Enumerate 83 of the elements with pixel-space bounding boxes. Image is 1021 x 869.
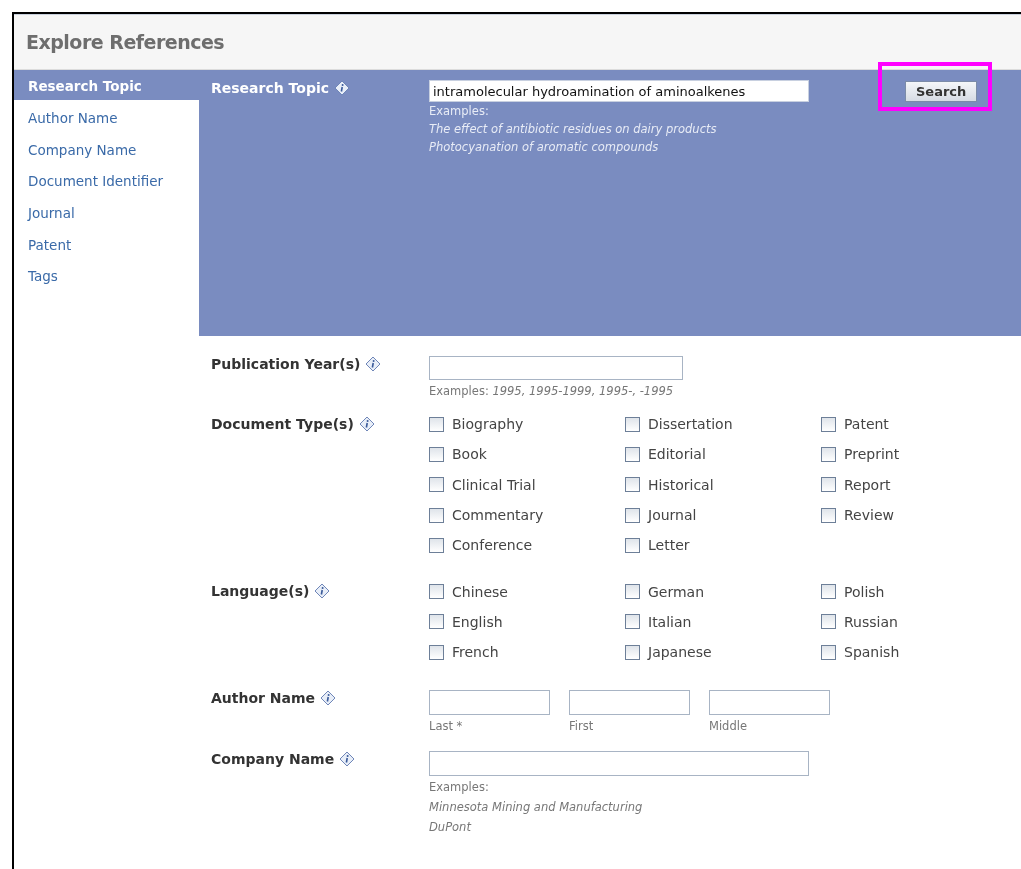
checkbox[interactable] (821, 446, 836, 462)
example-text: Photocyanation of aromatic compounds (429, 139, 660, 156)
checkbox-label: Dissertation (648, 416, 733, 433)
field-caption: Last * (429, 718, 464, 736)
author-name-field[interactable] (569, 690, 690, 716)
field-label: Research Topic (211, 80, 330, 96)
info-icon[interactable] (314, 583, 331, 600)
checkbox-label: Letter (648, 537, 690, 554)
field-label: Author Name (211, 690, 316, 707)
info-icon[interactable] (334, 80, 351, 96)
checkbox-label: Patent (844, 416, 889, 433)
checkbox-label: Biography (452, 416, 524, 433)
checkbox[interactable] (429, 584, 444, 600)
field-label: Company Name (211, 751, 335, 768)
checkbox-label: French (452, 644, 499, 661)
company-name-field[interactable] (429, 751, 809, 777)
search-button[interactable]: Search (905, 81, 978, 102)
checkbox-label: Historical (648, 476, 714, 493)
checkbox-label: Preprint (844, 446, 900, 463)
checkbox-label: Editorial (648, 446, 706, 463)
field-label: Language(s) (211, 583, 310, 600)
checkbox-label: Polish (844, 583, 885, 600)
checkbox[interactable] (821, 416, 836, 432)
example-text: DuPont (429, 819, 473, 837)
checkbox[interactable] (429, 644, 444, 660)
checkbox[interactable] (429, 614, 444, 630)
sidebar-item[interactable]: Patent (14, 232, 199, 265)
checkbox[interactable] (625, 507, 640, 523)
author-name-field[interactable] (429, 690, 550, 716)
sidebar-item[interactable]: Journal (14, 201, 199, 233)
checkbox[interactable] (821, 614, 836, 630)
checkbox-label: Japanese (648, 644, 712, 661)
field-label: Publication Year(s) (211, 356, 361, 372)
sidebar-item[interactable]: Research Topic (14, 70, 199, 100)
checkbox[interactable] (625, 416, 640, 432)
checkbox[interactable] (429, 477, 444, 493)
checkbox-label: Commentary (452, 507, 544, 524)
checkbox[interactable] (429, 507, 444, 523)
author-name-field[interactable] (709, 690, 830, 716)
checkbox-label: Review (844, 507, 894, 524)
page-title: Explore References (26, 31, 225, 53)
info-icon[interactable] (320, 690, 337, 707)
checkbox[interactable] (821, 477, 836, 493)
field-caption: Middle (709, 718, 748, 736)
checkbox[interactable] (625, 584, 640, 600)
checkbox-label: Spanish (844, 644, 900, 661)
checkbox[interactable] (821, 644, 836, 660)
sidebar-item[interactable]: Author Name (14, 106, 199, 138)
info-icon[interactable] (339, 751, 356, 768)
checkbox[interactable] (821, 507, 836, 523)
checkbox-label: Report (844, 476, 891, 493)
example-text: The effect of antibiotic residues on dairy products (429, 121, 718, 138)
checkbox[interactable] (625, 644, 640, 660)
examples-label: Examples: (429, 103, 490, 120)
publication-year-field[interactable] (429, 356, 683, 380)
checkbox[interactable] (429, 416, 444, 432)
sidebar-item[interactable]: Company Name (14, 137, 199, 170)
examples-label: Examples: (429, 779, 490, 797)
research-topic-field[interactable]: intramolecular hydroamination of aminoalkenes (429, 80, 809, 102)
checkbox-label: Clinical Trial (452, 476, 536, 493)
checkbox[interactable] (625, 537, 640, 553)
checkbox[interactable] (625, 446, 640, 462)
checkbox-label: Journal (648, 507, 697, 524)
checkbox-label: Conference (452, 537, 532, 554)
checkbox-label: Book (452, 446, 487, 463)
checkbox-label: English (452, 613, 503, 630)
checkbox-label: Chinese (452, 583, 508, 600)
example-text: Minnesota Mining and Manufacturing (429, 799, 644, 817)
info-icon[interactable] (358, 416, 375, 432)
checkbox[interactable] (821, 584, 836, 600)
checkbox-label: German (648, 583, 705, 600)
checkbox[interactable] (625, 614, 640, 630)
sidebar-item[interactable]: Tags (14, 264, 199, 297)
checkbox[interactable] (429, 446, 444, 462)
field-label: Document Type(s) (211, 416, 354, 432)
checkbox[interactable] (625, 477, 640, 493)
sidebar-item[interactable]: Document Identifier (14, 169, 199, 202)
examples-text: Examples: 1995, 1995-1999, 1995-, -1995 (429, 383, 675, 400)
info-icon[interactable] (365, 356, 382, 372)
checkbox-label: Italian (648, 613, 692, 630)
checkbox-label: Russian (844, 613, 898, 630)
checkbox[interactable] (429, 537, 444, 553)
field-caption: First (569, 718, 595, 736)
